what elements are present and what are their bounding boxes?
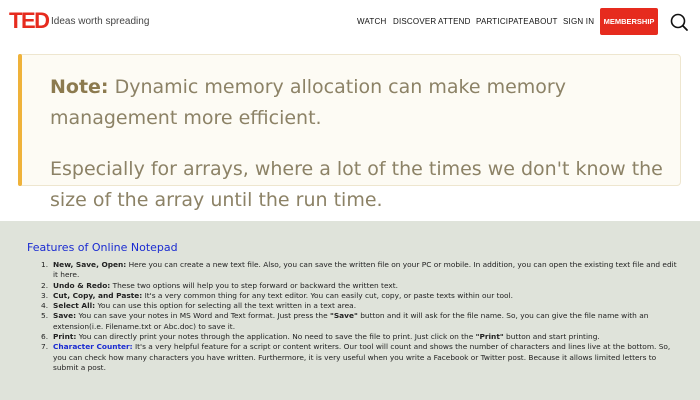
features-section: Features of Online Notepad 1. New, Save,… <box>0 221 700 400</box>
note-accent-bar <box>18 54 22 186</box>
item-text-b: button and start printing. <box>503 332 600 342</box>
item-text: It's a very common thing for any text ed… <box>142 290 513 300</box>
item-term: Undo & Redo: <box>53 280 111 290</box>
item-number: 5. <box>41 311 49 321</box>
nav-about[interactable]: ABOUT <box>529 17 558 26</box>
features-list: 1. New, Save, Open: Here you can create … <box>41 260 683 373</box>
note-section: Note: Dynamic memory allocation can make… <box>0 44 700 221</box>
item-bold: "Save" <box>330 311 358 321</box>
item-term: Cut, Copy, and Paste: <box>53 290 143 300</box>
item-number: 2. <box>41 280 49 290</box>
nav-participate[interactable]: PARTICIPATE <box>476 17 529 26</box>
nav-watch[interactable]: WATCH <box>357 17 386 26</box>
item-number: 7. <box>41 342 49 352</box>
list-item: 1. New, Save, Open: Here you can create … <box>41 260 683 281</box>
item-text-a: You can directly print your notes throug… <box>76 332 476 342</box>
item-text-a: You can save your notes in MS Word and T… <box>76 311 330 321</box>
list-item: 3. Cut, Copy, and Paste: It's a very com… <box>41 290 683 301</box>
list-item: 4. Select All: You can use this option f… <box>41 301 683 311</box>
list-item: 6. Print: You can directly print your no… <box>41 332 683 342</box>
note-text-1: Dynamic memory allocation can make memor… <box>50 76 566 129</box>
nav-discover[interactable]: DISCOVER <box>393 17 436 26</box>
item-number: 3. <box>41 290 49 300</box>
item-text: These two options will help you to step … <box>110 280 398 290</box>
search-icon[interactable] <box>669 12 689 32</box>
membership-button[interactable]: MEMBERSHIP <box>600 8 658 35</box>
item-number: 6. <box>41 332 49 342</box>
list-item: 5. Save: You can save your notes in MS W… <box>41 311 683 332</box>
note-label: Note: <box>50 76 109 98</box>
list-item: 7. Character Counter: It's a very helpfu… <box>41 342 683 373</box>
list-item: 2. Undo & Redo: These two options will h… <box>41 280 683 291</box>
item-term: Select All: <box>53 301 96 311</box>
item-bold: "Print" <box>475 332 504 342</box>
item-term: Print: <box>53 332 77 342</box>
nav-attend[interactable]: ATTEND <box>438 17 471 26</box>
site-header: TED Ideas worth spreading WATCH DISCOVER… <box>0 0 700 44</box>
item-text: It's a very helpful feature for a script… <box>53 342 671 372</box>
note-line-1: Note: Dynamic memory allocation can make… <box>50 72 680 134</box>
item-number: 4. <box>41 301 49 311</box>
nav-sign-in[interactable]: SIGN IN <box>563 17 594 26</box>
note-line-2: Especially for arrays, where a lot of th… <box>50 158 663 211</box>
item-term: New, Save, Open: <box>53 260 127 269</box>
features-title: Features of Online Notepad <box>27 241 178 254</box>
tagline: Ideas worth spreading <box>51 16 150 27</box>
item-number: 1. <box>41 260 49 269</box>
item-term: Character Counter: <box>53 342 133 352</box>
ted-logo[interactable]: TED <box>9 10 50 32</box>
item-text: Here you can create a new text file. Als… <box>53 260 677 280</box>
item-text: You can use this option for selecting al… <box>95 301 357 311</box>
item-term: Save: <box>53 311 77 321</box>
